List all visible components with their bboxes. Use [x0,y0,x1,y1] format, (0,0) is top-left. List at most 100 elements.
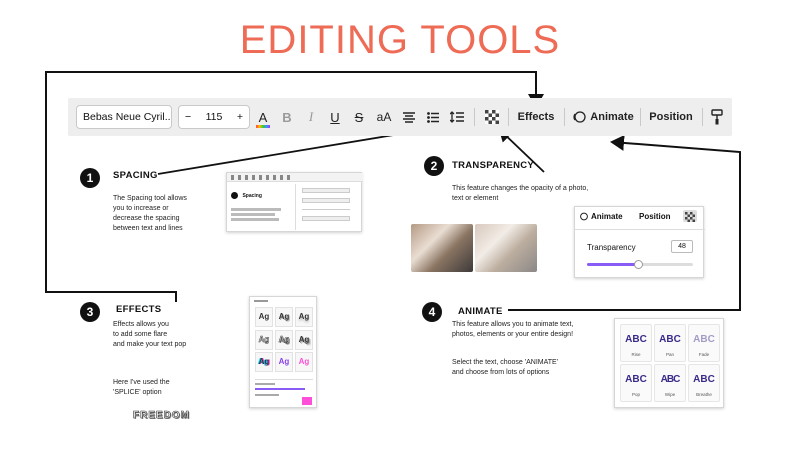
animation-tile-label: Wipe [664,392,676,397]
position-button[interactable]: Position [646,98,696,136]
text-line: and make your text pop [113,341,187,348]
animation-preview-text: ABC [659,334,681,345]
text-toolbar: Bebas Neue Cyril... − 115 + A B I U S aA… [68,98,732,136]
effect-thumb-glitch[interactable]: Ag [255,352,273,373]
animation-tile-label: Pop [631,392,640,397]
effect-thumb-shadow[interactable]: Ag [275,307,293,327]
photo-transparent [475,224,537,272]
step-number-1: 1 [80,168,100,188]
bold-button[interactable]: B [276,98,298,136]
text-color-letter: A [258,109,268,125]
spacing-heading: SPACING [113,170,158,181]
spacing-description: The Spacing tool allows you to increase … [113,194,223,234]
transparency-description: This feature changes the opacity of a ph… [452,184,632,204]
text-line: This feature changes the opacity of a ph… [452,185,589,192]
animate-icon [573,111,586,123]
align-center-icon [403,111,415,123]
font-size-stepper[interactable]: − 115 + [178,105,250,129]
animate-label: Animate [590,111,634,123]
animation-tile[interactable]: ABC Pop [620,364,652,402]
letter-case-button[interactable]: aA [372,98,396,136]
text-line: Select the text, choose 'ANIMATE' [452,359,559,366]
effect-thumb-none[interactable]: Ag [255,307,273,327]
animation-tile[interactable]: ABC Pan [654,324,686,362]
animate-heading: ANIMATE [458,306,503,317]
animation-preview-text: ABC [625,374,647,385]
effects-description: Effects allows you to add some flare and… [113,320,223,350]
animation-options-grid: ABC Rise ABC Pan ABC Fade ABC Pop ABC Wipe ABC Brea… [620,324,720,404]
animate-button[interactable]: Animate [570,98,636,136]
italic-button[interactable]: I [300,98,322,136]
text-line: you to increase or [113,205,169,212]
animate-icon [580,212,588,221]
spacing-screenshot: Spacing [226,172,363,232]
text-line: Effects allows you [113,321,169,328]
effect-thumb-splice[interactable]: Ag [275,329,293,350]
animation-tile-label: Pan [665,352,674,357]
animation-tile-label: Breathe [696,392,712,397]
text-line: text or element [452,195,499,202]
text-line: This feature allows you to animate text, [452,321,574,328]
effect-thumb-background[interactable]: Ag [295,352,313,373]
animation-tile-label: Rise [631,352,641,357]
transparency-button[interactable] [480,98,504,136]
text-line: between text and lines [113,225,183,232]
photo-original [411,224,473,272]
animation-preview-text: ABC [660,374,681,385]
strikethrough-button[interactable]: S [348,98,370,136]
effect-thumb-lift[interactable]: Ag [295,307,313,327]
animation-tile[interactable]: ABC Wipe [654,364,686,402]
transparency-panel: Animate Position Transparency 48 [574,206,705,278]
effects-button[interactable]: Effects [514,98,558,136]
effect-thumb-hollow[interactable]: Ag [255,329,273,350]
color-swatch[interactable] [302,397,312,405]
animate-description: This feature allows you to animate text,… [452,320,622,340]
slider-fill [587,263,638,266]
effects-note: Here I've used the 'SPLICE' option [113,378,223,398]
list-icon [427,111,439,123]
step-number-4: 4 [422,302,442,322]
animation-tile-label: Fade [698,352,710,357]
text-line: and choose from lots of options [452,369,550,376]
panel-animate-label: Animate [591,212,623,221]
underline-button[interactable]: U [324,98,346,136]
increase-size-button[interactable]: + [237,111,243,123]
text-color-button[interactable]: A [252,98,274,136]
checkerboard-icon [485,110,499,124]
transparency-slider[interactable] [587,260,693,269]
effects-heading: EFFECTS [116,304,162,315]
panel-checkerboard-icon[interactable] [683,210,697,222]
paint-format-button[interactable] [706,98,728,136]
text-line: to add some flare [113,331,168,338]
decrease-size-button[interactable]: − [185,111,191,123]
animate-note: Select the text, choose 'ANIMATE' and ch… [452,358,622,378]
effects-panel: Ag Ag Ag Ag Ag Ag Ag Ag Ag [249,296,317,408]
transparency-label: Transparency [587,243,636,252]
animation-preview-text: ABC [625,334,647,345]
spacing-icon [450,111,464,123]
slider-handle[interactable] [633,260,643,269]
spacing-button[interactable] [446,98,468,136]
text-line: The Spacing tool allows [113,195,187,202]
panel-animate[interactable]: Animate [579,212,623,221]
align-button[interactable] [398,98,420,136]
step-number-3: 3 [80,302,100,322]
text-line: decrease the spacing [113,215,180,222]
transparency-value[interactable]: 48 [671,240,693,253]
panel-position[interactable]: Position [639,212,671,221]
font-family-select[interactable]: Bebas Neue Cyril... [76,105,172,129]
animation-tile[interactable]: ABC Fade [688,324,720,362]
mini-spacing-heading: Spacing [242,192,262,199]
text-line: Here I've used the [113,379,170,386]
effect-thumb-neon[interactable]: Ag [275,352,293,373]
text-line: 'SPLICE' option [113,389,162,396]
animate-panel: ABC Rise ABC Pan ABC Fade ABC Pop ABC Wipe ABC Brea… [614,318,724,408]
effect-thumb-echo[interactable]: Ag [295,329,313,350]
transparency-heading: TRANSPARENCY [452,160,535,171]
font-size-value[interactable]: 115 [206,111,223,123]
animation-tile[interactable]: ABC Breathe [688,364,720,402]
animation-preview-text: ABC [693,374,715,385]
animation-tile[interactable]: ABC Rise [620,324,652,362]
list-button[interactable] [422,98,444,136]
effects-grid: Ag Ag Ag Ag Ag Ag Ag Ag Ag [255,307,313,373]
